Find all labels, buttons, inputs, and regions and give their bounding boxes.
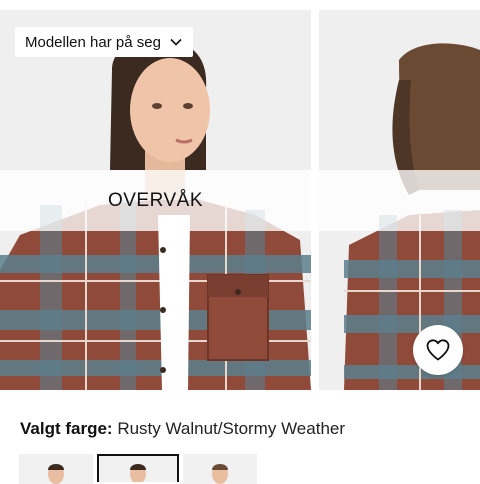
watch-band-overlay <box>319 170 480 231</box>
chevron-down-icon <box>170 38 182 46</box>
product-image-gallery[interactable]: Modellen har på seg OVERVÅK <box>0 0 480 392</box>
swatch-variant-2[interactable] <box>97 454 179 482</box>
watch-label: OVERVÅK <box>107 189 204 211</box>
watch-button[interactable]: OVERVÅK <box>0 170 311 231</box>
swatch-thumbnail <box>99 456 177 482</box>
model-size-dropdown[interactable]: Modellen har på seg <box>15 27 193 57</box>
favorite-button[interactable] <box>413 325 463 375</box>
selected-color: Valgt farge: Rusty Walnut/Stormy Weather <box>20 419 345 439</box>
heart-icon <box>426 339 450 361</box>
color-value: Rusty Walnut/Stormy Weather <box>117 419 346 438</box>
model-dropdown-label: Modellen har på seg <box>25 33 161 51</box>
color-variant-swatches <box>19 454 257 484</box>
color-label: Valgt farge: <box>20 419 113 438</box>
